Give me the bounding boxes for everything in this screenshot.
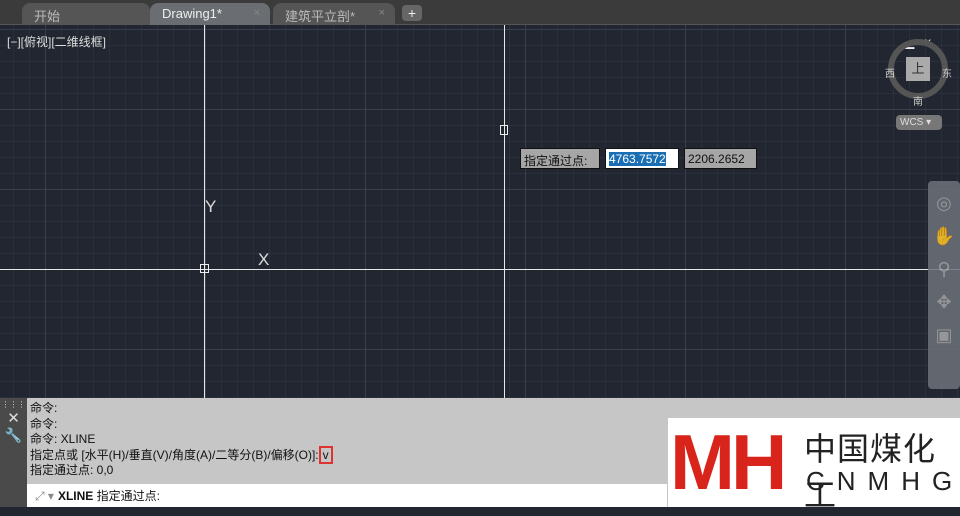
close-icon[interactable]: × xyxy=(379,7,385,19)
watermark-en: CNMHG xyxy=(806,466,960,496)
tooltip-prompt: 指定通过点: xyxy=(520,148,600,169)
add-tab-button[interactable]: + xyxy=(402,5,422,21)
wrench-icon[interactable]: 🔧 xyxy=(0,427,27,444)
ucs-x-label: X xyxy=(258,250,270,269)
history-line: 命令: XLINE xyxy=(30,432,96,446)
viewcube-south[interactable]: 南 xyxy=(913,93,923,108)
command-window-grip[interactable]: ⋮⋮⋮ ✕ 🔧 xyxy=(0,398,27,507)
drawing-canvas[interactable]: [−][俯视][二维线框] Y X 指定通过点: 4763.7572 2206.… xyxy=(0,25,960,398)
x-value: 4763.7572 xyxy=(609,152,666,166)
showmotion-icon[interactable]: ▣ xyxy=(928,325,960,346)
wcs-dropdown[interactable]: WCS ▾ xyxy=(896,115,942,130)
viewcube-west[interactable]: 西 xyxy=(885,65,895,80)
close-icon[interactable]: ✕ xyxy=(0,409,27,427)
tab-label: 建筑平立剖* xyxy=(285,9,356,24)
grip-icon[interactable]: ⋮⋮⋮ xyxy=(0,400,27,409)
cursor-pickbox xyxy=(500,125,508,135)
watermark-logo: MH xyxy=(670,418,787,506)
steering-wheel-icon[interactable]: ◎ xyxy=(928,193,960,214)
xline-horizontal xyxy=(0,269,960,270)
tab-building[interactable]: 建筑平立剖* × xyxy=(273,3,395,25)
history-text: 指定点或 [水平(H)/垂直(V)/角度(A)/二等分(B)/偏移(O)]: xyxy=(30,447,319,462)
history-line: 指定点或 [水平(H)/垂直(V)/角度(A)/二等分(B)/偏移(O)]: v xyxy=(30,445,333,464)
command-history: 命令: 命令: 命令: XLINE 指定点或 [水平(H)/垂直(V)/角度(A… xyxy=(30,401,333,479)
tab-label: 开始 xyxy=(34,9,61,24)
history-line: 指定通过点: 0,0 xyxy=(30,463,114,477)
tab-start[interactable]: 开始 xyxy=(22,3,150,25)
y-coordinate-input[interactable]: 2206.2652 xyxy=(684,148,757,169)
history-line: 命令: xyxy=(30,416,58,431)
dynamic-input-tooltip: 指定通过点: 4763.7572 2206.2652 xyxy=(520,148,757,169)
command-dropdown-icon[interactable]: ⤢ ▾ xyxy=(35,489,54,503)
command-input[interactable]: ⤢ ▾ XLINE 指定通过点: xyxy=(27,484,667,507)
xline-preview xyxy=(504,25,505,398)
viewcube-top-face[interactable]: 上 xyxy=(906,57,930,81)
watermark: MH 中国煤化工 CNMHG xyxy=(668,418,960,513)
ucs-origin-marker xyxy=(200,264,209,273)
command-prompt: 指定通过点: xyxy=(96,489,160,503)
x-coordinate-input[interactable]: 4763.7572 xyxy=(605,148,679,169)
viewport-controls-label[interactable]: [−][俯视][二维线框] xyxy=(7,33,106,50)
history-line: 命令: xyxy=(30,401,58,415)
viewcube-east[interactable]: 东 xyxy=(942,65,952,80)
ucs-y-label: Y xyxy=(205,197,217,216)
zoom-icon[interactable]: ⚲ xyxy=(928,259,960,280)
tab-label: Drawing1* xyxy=(162,6,222,21)
tab-bar: 开始 Drawing1* × 建筑平立剖* × + xyxy=(0,0,960,25)
orbit-icon[interactable]: ✥ xyxy=(928,292,960,313)
command-name: XLINE xyxy=(57,489,94,503)
tab-drawing1[interactable]: Drawing1* × xyxy=(150,3,270,25)
navigation-bar: ◎ ✋ ⚲ ✥ ▣ xyxy=(928,181,960,389)
close-icon[interactable]: × xyxy=(254,7,260,19)
pan-hand-icon[interactable]: ✋ xyxy=(928,226,960,247)
typed-option-highlight: v xyxy=(318,445,333,464)
